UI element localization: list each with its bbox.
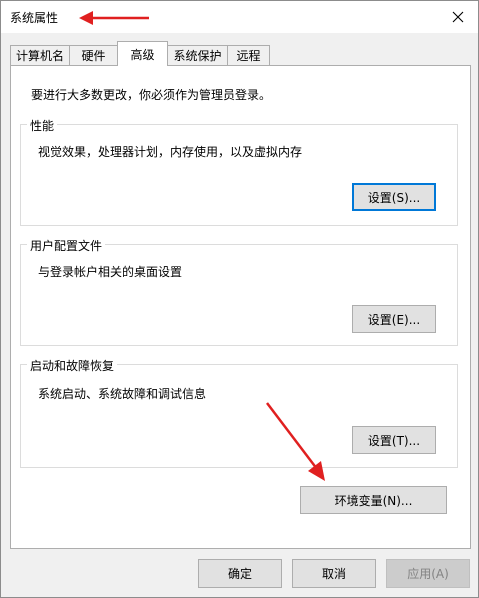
startup-recovery-group-title: 启动和故障恢复 — [27, 357, 118, 374]
startup-recovery-description: 系统启动、系统故障和调试信息 — [38, 387, 207, 401]
close-icon — [452, 11, 464, 23]
environment-variables-button[interactable]: 环境变量(N)... — [300, 486, 447, 514]
tab-computer-name[interactable]: 计算机名 — [10, 45, 70, 65]
cancel-button[interactable]: 取消 — [292, 559, 376, 588]
window-title: 系统属性 — [10, 11, 59, 25]
performance-settings-button[interactable]: 设置(S)... — [352, 183, 436, 211]
tab-remote[interactable]: 远程 — [227, 45, 270, 65]
ok-button[interactable]: 确定 — [198, 559, 282, 588]
startup-recovery-settings-button[interactable]: 设置(T)... — [352, 426, 436, 454]
system-properties-dialog: 系统属性 计算机名 硬件 高级 系统保护 远程 要进行大多数更改，你必须作为管理… — [0, 0, 479, 598]
performance-group: 性能 视觉效果，处理器计划，内存使用，以及虚拟内存 设置(S)... — [20, 117, 458, 226]
performance-description: 视觉效果，处理器计划，内存使用，以及虚拟内存 — [38, 145, 303, 159]
apply-button[interactable]: 应用(A) — [386, 559, 470, 588]
user-profiles-settings-button[interactable]: 设置(E)... — [352, 305, 436, 333]
user-profiles-group: 用户配置文件 与登录帐户相关的桌面设置 设置(E)... — [20, 237, 458, 346]
admin-notice: 要进行大多数更改，你必须作为管理员登录。 — [31, 88, 272, 102]
user-profiles-group-title: 用户配置文件 — [27, 237, 106, 254]
tab-advanced[interactable]: 高级 — [117, 41, 168, 66]
startup-recovery-group: 启动和故障恢复 系统启动、系统故障和调试信息 设置(T)... — [20, 357, 458, 468]
performance-group-title: 性能 — [27, 117, 58, 134]
user-profiles-description: 与登录帐户相关的桌面设置 — [38, 265, 183, 279]
tab-system-protection[interactable]: 系统保护 — [167, 45, 228, 65]
advanced-tab-panel: 要进行大多数更改，你必须作为管理员登录。 性能 视觉效果，处理器计划，内存使用，… — [10, 65, 471, 549]
close-button[interactable] — [438, 1, 478, 33]
title-bar: 系统属性 — [1, 1, 478, 33]
tab-hardware[interactable]: 硬件 — [69, 45, 118, 65]
